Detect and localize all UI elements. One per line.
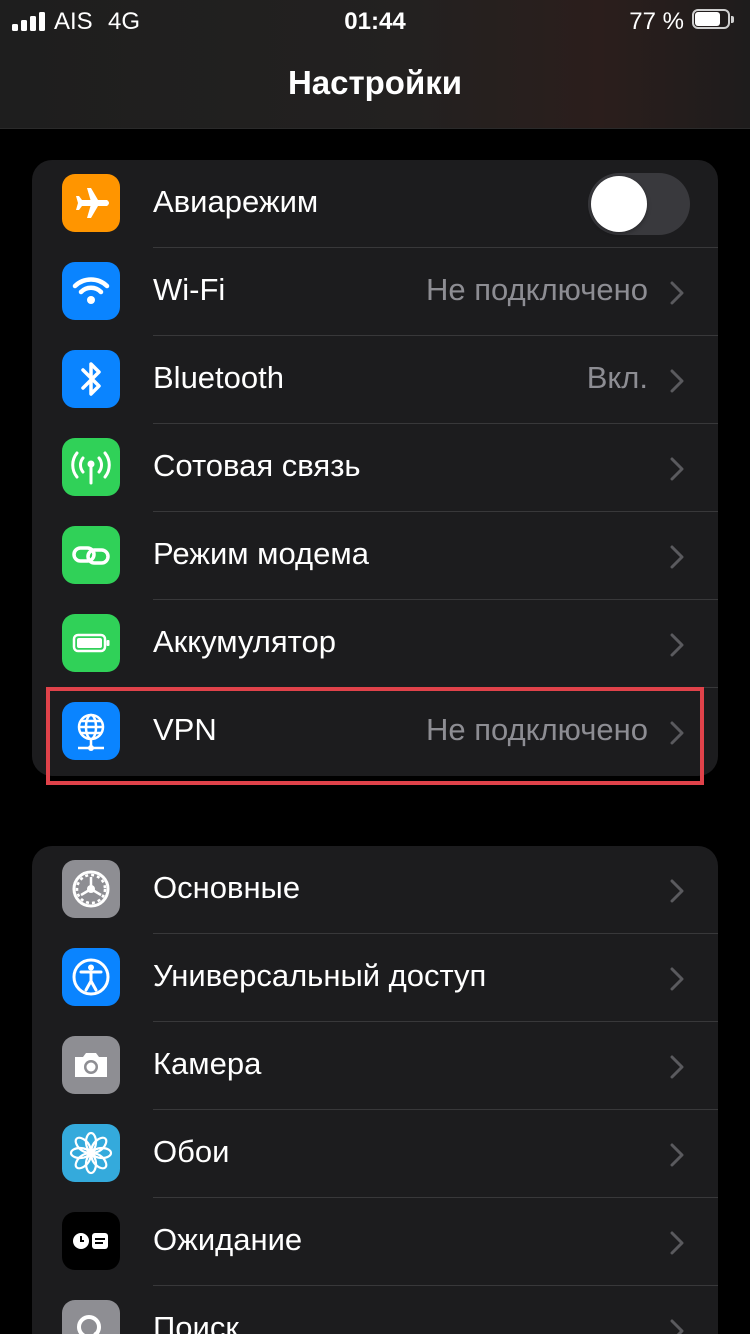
settings-group-general: Основные Универсальный доступ Камера Обои Ож…	[32, 846, 718, 1334]
settings-row-accessibility[interactable]: Универсальный доступ	[32, 934, 718, 1022]
settings-row-battery[interactable]: Аккумулятор	[32, 600, 718, 688]
chevron-right-icon	[670, 545, 684, 569]
toggle-knob	[591, 176, 647, 232]
status-battery-icon	[692, 9, 736, 31]
top-bar: AIS 4G 01:44 77 % Настройки	[0, 0, 750, 129]
gear-icon	[62, 860, 120, 918]
settings-row-label: Режим модема	[153, 536, 369, 571]
chevron-right-icon	[670, 369, 684, 393]
chevron-right-icon	[670, 1055, 684, 1079]
chevron-right-icon	[670, 967, 684, 991]
wallpaper-flower-icon	[62, 1124, 120, 1182]
settings-row-airplane[interactable]: Авиарежим	[32, 160, 718, 248]
settings-row-standby[interactable]: Ожидание	[32, 1198, 718, 1286]
settings-row-label: Основные	[153, 870, 301, 905]
camera-icon	[62, 1036, 120, 1094]
settings-row-label: Поиск	[153, 1310, 239, 1334]
bluetooth-icon	[62, 350, 120, 408]
settings-row-label: Аккумулятор	[153, 624, 336, 659]
airplane-icon	[62, 174, 120, 232]
settings-row-value: Вкл.	[586, 360, 648, 395]
status-bar: AIS 4G 01:44 77 %	[0, 0, 750, 42]
chevron-right-icon	[670, 1231, 684, 1255]
accessibility-icon	[62, 948, 120, 1006]
settings-row-label: Bluetooth	[153, 360, 284, 395]
settings-row-value: Не подключено	[426, 272, 648, 307]
settings-row-gear[interactable]: Основные	[32, 846, 718, 934]
settings-row-label: Wi-Fi	[153, 272, 226, 307]
settings-row-label: Сотовая связь	[153, 448, 361, 483]
search-icon	[62, 1300, 120, 1334]
settings-row-label: Универсальный доступ	[153, 958, 487, 993]
chevron-right-icon	[670, 281, 684, 305]
standby-icon	[62, 1212, 120, 1270]
vpn-highlight-box	[46, 687, 704, 785]
settings-row-bluetooth[interactable]: Bluetooth Вкл.	[32, 336, 718, 424]
chevron-right-icon	[670, 457, 684, 481]
settings-row-label: Авиарежим	[153, 184, 319, 219]
settings-screen: AIS 4G 01:44 77 % Настройки Авиарежим Wi-…	[0, 0, 750, 1334]
settings-group-connectivity: Авиарежим Wi-Fi Не подключено Bluetooth Вкл.…	[32, 160, 718, 776]
settings-row-camera[interactable]: Камера	[32, 1022, 718, 1110]
airplane-mode-toggle[interactable]	[588, 173, 690, 235]
battery-icon	[62, 614, 120, 672]
chevron-right-icon	[670, 1319, 684, 1334]
settings-row-wifi[interactable]: Wi-Fi Не подключено	[32, 248, 718, 336]
battery-percentage: 77 %	[629, 8, 684, 35]
settings-row-cellular-antenna[interactable]: Сотовая связь	[32, 424, 718, 512]
settings-row-label: Обои	[153, 1134, 230, 1169]
settings-row-label: Ожидание	[153, 1222, 303, 1257]
cellular-antenna-icon	[62, 438, 120, 496]
chevron-right-icon	[670, 1143, 684, 1167]
chevron-right-icon	[670, 633, 684, 657]
settings-row-label: Камера	[153, 1046, 262, 1081]
wifi-icon	[62, 262, 120, 320]
settings-row-personal-hotspot[interactable]: Режим модема	[32, 512, 718, 600]
page-title: Настройки	[287, 64, 463, 101]
settings-row-search[interactable]: Поиск	[32, 1286, 718, 1334]
personal-hotspot-icon	[62, 526, 120, 584]
settings-row-wallpaper-flower[interactable]: Обои	[32, 1110, 718, 1198]
chevron-right-icon	[670, 879, 684, 903]
